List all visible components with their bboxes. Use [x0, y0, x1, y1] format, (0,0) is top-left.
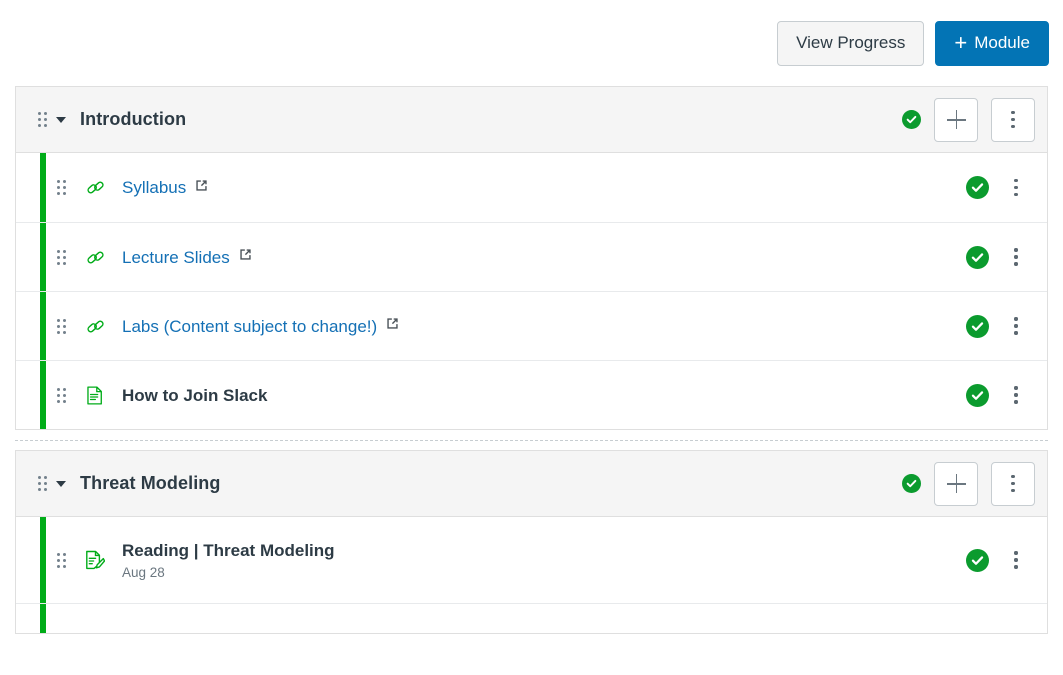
module-title: Threat Modeling — [80, 473, 221, 494]
item-options-button[interactable] — [999, 168, 1033, 208]
item-title[interactable]: Syllabus — [122, 177, 186, 198]
module-items: Syllabus — [16, 153, 1047, 429]
item-complete-icon — [966, 176, 989, 199]
item-body: Syllabus — [122, 177, 208, 198]
list-item[interactable]: Reading | Threat Modeling Aug 28 — [16, 517, 1047, 603]
chevron-down-icon[interactable] — [56, 481, 66, 487]
item-title[interactable]: Reading | Threat Modeling — [122, 540, 335, 561]
drag-handle-icon[interactable] — [38, 476, 47, 491]
kebab-menu-icon — [1014, 248, 1017, 265]
drag-handle-icon[interactable] — [38, 112, 47, 127]
item-title[interactable]: Labs (Content subject to change!) — [122, 316, 377, 337]
drag-handle-icon[interactable] — [57, 553, 66, 568]
assignment-edit-icon — [84, 550, 106, 570]
list-item[interactable] — [16, 603, 1047, 633]
chain-link-icon — [84, 317, 106, 336]
kebab-menu-icon — [1011, 475, 1014, 492]
item-complete-icon — [966, 246, 989, 269]
drag-handle-icon[interactable] — [57, 388, 66, 403]
view-progress-button[interactable]: View Progress — [777, 21, 924, 66]
item-options-button[interactable] — [999, 306, 1033, 346]
item-body: Labs (Content subject to change!) — [122, 316, 399, 337]
list-item[interactable]: Lecture Slides — [16, 222, 1047, 291]
module-options-button[interactable] — [991, 98, 1035, 142]
external-link-icon — [239, 248, 252, 266]
item-options-button[interactable] — [999, 375, 1033, 415]
drag-handle-icon[interactable] — [57, 250, 66, 265]
item-options-button[interactable] — [999, 540, 1033, 580]
list-item[interactable]: How to Join Slack — [16, 360, 1047, 429]
view-progress-label: View Progress — [796, 33, 905, 53]
module-complete-icon — [902, 110, 921, 129]
chain-link-icon — [84, 178, 106, 197]
list-item[interactable]: Syllabus — [16, 153, 1047, 222]
item-complete-icon — [966, 384, 989, 407]
external-link-icon — [195, 179, 208, 197]
module-introduction: Introduction — [15, 86, 1048, 430]
page-toolbar: View Progress + Module — [0, 0, 1063, 86]
module-items: Reading | Threat Modeling Aug 28 — [16, 517, 1047, 633]
item-title[interactable]: Lecture Slides — [122, 247, 230, 268]
add-item-button[interactable] — [934, 98, 978, 142]
item-due-date: Aug 28 — [122, 565, 335, 580]
list-item[interactable]: Labs (Content subject to change!) — [16, 291, 1047, 360]
plus-icon — [947, 474, 966, 493]
kebab-menu-icon — [1011, 111, 1014, 128]
add-item-button[interactable] — [934, 462, 978, 506]
external-link-icon — [386, 317, 399, 335]
module-header: Introduction — [16, 87, 1047, 153]
module-complete-icon — [902, 474, 921, 493]
plus-icon — [947, 110, 966, 129]
drag-handle-icon[interactable] — [57, 180, 66, 195]
item-options-button[interactable] — [999, 237, 1033, 277]
modules-page: View Progress + Module Introduction — [0, 0, 1063, 675]
plus-icon: + — [954, 32, 967, 54]
item-complete-icon — [966, 549, 989, 572]
item-body: How to Join Slack — [122, 385, 267, 406]
chevron-down-icon[interactable] — [56, 117, 66, 123]
kebab-menu-icon — [1014, 551, 1017, 568]
kebab-menu-icon — [1014, 317, 1017, 334]
kebab-menu-icon — [1014, 179, 1017, 196]
kebab-menu-icon — [1014, 386, 1017, 403]
module-title: Introduction — [80, 109, 186, 130]
chain-link-icon — [84, 248, 106, 267]
module-threat-modeling: Threat Modeling — [15, 450, 1048, 634]
item-complete-icon — [966, 315, 989, 338]
item-title[interactable]: How to Join Slack — [122, 385, 267, 406]
page-document-icon — [84, 386, 106, 405]
item-body: Reading | Threat Modeling Aug 28 — [122, 540, 335, 580]
module-list: Introduction — [15, 86, 1048, 634]
module-options-button[interactable] — [991, 462, 1035, 506]
add-module-button[interactable]: + Module — [935, 21, 1049, 66]
module-separator — [15, 440, 1048, 441]
add-module-label: Module — [974, 33, 1030, 53]
module-header: Threat Modeling — [16, 451, 1047, 517]
drag-handle-icon[interactable] — [57, 319, 66, 334]
item-body: Lecture Slides — [122, 247, 252, 268]
